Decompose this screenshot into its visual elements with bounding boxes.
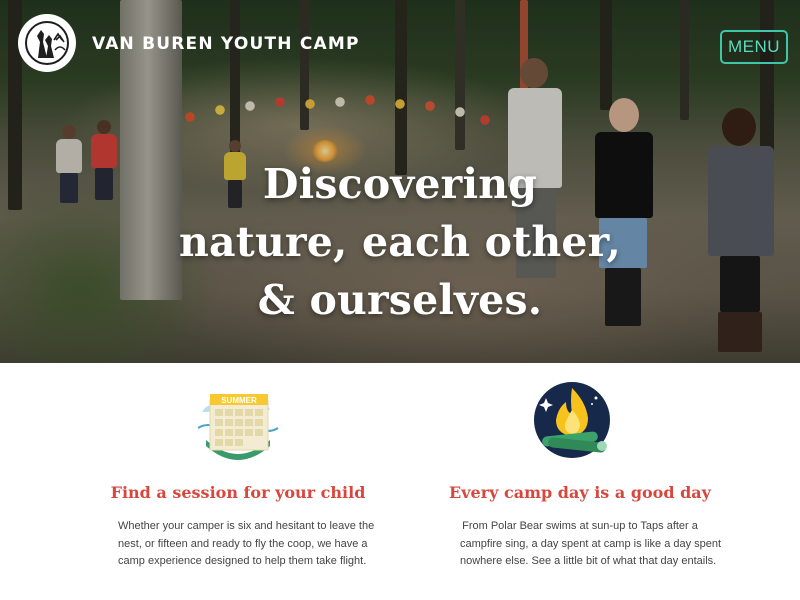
summer-calendar-icon[interactable]: SUMMER — [188, 380, 288, 465]
camp-logo-icon[interactable] — [18, 14, 76, 72]
description-line: Whether your camper is six and hesitant … — [118, 520, 375, 532]
feature-find-session: SUMMER Find a session for your child Whe… — [38, 363, 438, 600]
feature-camp-day: Every camp day is a good day From Polar … — [380, 363, 780, 600]
description-line: nest, or fifteen and ready to fly the co… — [118, 537, 368, 550]
description-line: campfire sing, a day spent at camp is li… — [460, 537, 722, 550]
description-line: From Polar Bear swims at sun-up to Taps … — [462, 520, 698, 532]
feature-description: From Polar Bear swims at sun-up to Taps … — [460, 518, 722, 571]
hero-section: VAN BUREN YOUTH CAMP MENU Discovering na… — [0, 0, 800, 363]
feature-title-link[interactable]: Every camp day is a good day — [380, 483, 780, 502]
headline-line: nature, each other, — [179, 218, 621, 266]
brand-name[interactable]: VAN BUREN YOUTH CAMP — [92, 34, 360, 54]
feature-description: Whether your camper is six and hesitant … — [118, 518, 375, 571]
headline-line: & ourselves. — [257, 276, 543, 324]
headline-line: Discovering — [262, 160, 538, 208]
campfire-icon[interactable] — [530, 380, 630, 465]
description-line: camp experience designed to help them ta… — [118, 555, 367, 567]
description-line: nowhere else. See a little bit of what t… — [460, 555, 717, 567]
feature-title-link[interactable]: Find a session for your child — [38, 483, 438, 502]
menu-button[interactable]: MENU — [720, 30, 788, 64]
hero-headline: Discovering nature, each other, & oursel… — [0, 155, 800, 329]
calendar-label: SUMMER — [221, 396, 257, 405]
